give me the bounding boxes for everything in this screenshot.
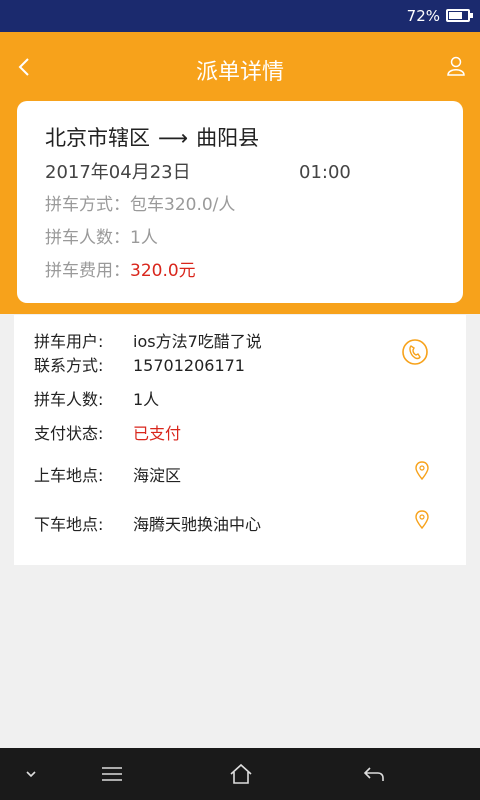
contact-row: 联系方式: 15701206171 [34,352,245,376]
trip-mode-value: 包车320.0/人 [130,195,236,215]
phone-icon[interactable] [400,337,430,367]
user-row: 拼车用户: ios方法7吃醋了说 [34,328,262,352]
user-label: 拼车用户: [34,332,104,351]
trip-mode-label: 拼车方式： [45,195,130,215]
trip-count-row: 拼车人数：1人 [45,222,435,255]
trip-fee-row: 拼车费用：320.0元 [45,255,435,288]
trip-count-label: 拼车人数： [45,228,130,248]
count-row: 拼车人数: 1人 [34,386,159,410]
payment-status: 已支付 [133,424,182,443]
count-value: 1人 [133,390,160,409]
trip-date: 2017年04月23日 [45,162,191,183]
battery-icon [446,9,473,22]
dropoff-row: 下车地点: 海腾天驰换油中心 [34,511,261,535]
user-icon[interactable] [444,54,468,78]
trip-count-value: 1人 [130,228,158,248]
trip-time: 01:00 [299,162,351,183]
pickup-row: 上车地点: 海淀区 [34,462,181,486]
dropoff-value: 海腾天驰换油中心 [133,515,262,534]
pickup-value: 海淀区 [133,466,182,485]
chevron-down-icon[interactable] [18,762,44,786]
back-icon[interactable] [361,762,387,786]
dropoff-label: 下车地点: [34,515,104,534]
route-from: 北京市辖区 [45,126,150,150]
payment-label: 支付状态: [34,424,104,443]
trip-datetime: 2017年04月23日 01:00 [45,157,435,189]
pickup-label: 上车地点: [34,466,104,485]
user-value: ios方法7吃醋了说 [133,332,262,351]
dropoff-location-pin-icon[interactable] [414,510,430,530]
trip-mode-row: 拼车方式：包车320.0/人 [45,189,435,222]
count-label: 拼车人数: [34,390,104,409]
contact-label: 联系方式: [34,356,104,375]
route-arrow: ⟶ [158,126,189,150]
contact-value[interactable]: 15701206171 [133,356,245,375]
system-nav-bar [0,748,480,800]
trip-fee-label: 拼车费用： [45,261,130,281]
route-to: 曲阳县 [196,126,260,150]
status-bar: 72% [0,0,480,32]
order-details-panel: 拼车用户: ios方法7吃醋了说 联系方式: 15701206171 拼车人数: 1人… [14,315,466,565]
home-icon[interactable] [228,762,254,786]
page-title: 派单详情 [195,60,284,85]
trip-summary-card: 北京市辖区 ⟶ 曲阳县 2017年04月23日 01:00 拼车方式：包车320.0… [17,101,463,303]
payment-row: 支付状态: 已支付 [34,420,181,444]
pickup-location-pin-icon[interactable] [414,461,430,481]
trip-fee-value: 320.0元 [130,261,196,281]
menu-icon[interactable] [99,762,125,786]
battery-percentage: 72% [406,7,440,25]
trip-route: 北京市辖区 ⟶ 曲阳县 [45,119,435,157]
